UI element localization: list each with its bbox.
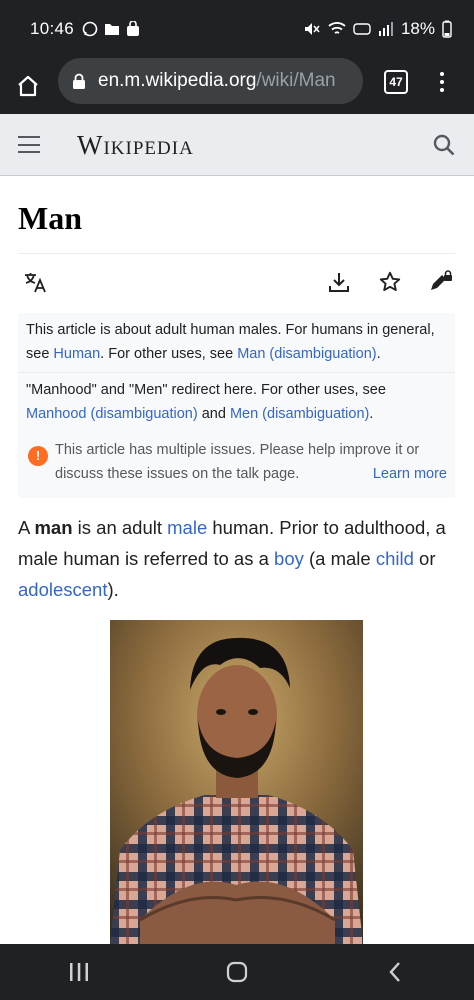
url-domain: en.m.wikipedia.org <box>98 70 257 91</box>
signal-icon <box>378 22 393 36</box>
mute-icon <box>304 23 320 35</box>
browser-toolbar: en.m.wikipedia.org/wiki/Man 47 <box>0 58 474 114</box>
page-title: Man <box>18 200 82 236</box>
lock-icon <box>73 73 85 89</box>
wikipedia-logo[interactable]: Wikipedia <box>77 130 194 161</box>
search-icon[interactable] <box>432 133 456 157</box>
edit-button[interactable] <box>428 269 454 295</box>
man-portrait-image <box>110 620 363 944</box>
recent-apps-button[interactable] <box>49 944 109 1000</box>
watch-star-button[interactable] <box>377 269 403 295</box>
title-divider <box>18 253 455 254</box>
hatnote-redirect: "Manhood" and "Men" redirect here. For o… <box>18 372 455 431</box>
wikipedia-header: Wikipedia <box>0 114 474 176</box>
download-icon <box>329 273 349 292</box>
edit-locked-icon <box>431 270 452 290</box>
lead-bold-term: man <box>34 517 73 538</box>
link-man-disambiguation[interactable]: Man (disambiguation) <box>237 346 376 362</box>
clock: 10:46 <box>30 19 75 38</box>
battery-percent: 18% <box>400 19 435 38</box>
lead-text: or <box>413 548 436 569</box>
learn-more-link[interactable]: Learn more <box>373 462 447 486</box>
folder-icon <box>105 24 120 35</box>
hatnote-text: . For other uses, see <box>100 346 238 362</box>
lead-text: A <box>18 517 35 538</box>
battery-icon <box>442 20 452 38</box>
hatnote-text: and <box>197 406 230 422</box>
hatnote-disambiguation: This article is about adult human males.… <box>18 313 455 372</box>
link-manhood-disambiguation[interactable]: Manhood (disambiguation) <box>26 406 198 422</box>
hamburger-menu-button[interactable] <box>18 136 40 153</box>
browser-menu-button[interactable] <box>430 64 454 100</box>
wifi-icon <box>328 22 346 34</box>
shopping-bag-icon <box>127 21 140 36</box>
hatnote-text: . <box>369 406 374 422</box>
volte-icon <box>353 23 371 35</box>
home-nav-button[interactable] <box>207 944 267 1000</box>
download-button[interactable] <box>326 269 352 295</box>
link-men-disambiguation[interactable]: Men (disambiguation) <box>230 406 369 422</box>
link-boy[interactable]: boy <box>274 548 304 569</box>
language-icon <box>25 273 46 293</box>
language-button[interactable] <box>22 269 48 295</box>
link-child[interactable]: child <box>376 548 414 569</box>
whatsapp-icon <box>82 21 98 37</box>
issues-notice[interactable]: ! This article has multiple issues. Plea… <box>18 430 455 498</box>
home-nav-icon <box>226 961 248 983</box>
link-adolescent[interactable]: adolescent <box>18 579 107 600</box>
link-male[interactable]: male <box>167 517 207 538</box>
status-bar: 10:46 18% <box>0 0 474 58</box>
lead-paragraph: A man is an adult male human. Prior to a… <box>18 512 458 605</box>
link-human[interactable]: Human <box>53 346 100 362</box>
home-button[interactable] <box>0 58 56 114</box>
back-icon <box>389 962 400 982</box>
tab-switcher-button[interactable]: 47 <box>384 70 408 94</box>
lead-text: is an adult <box>72 517 168 538</box>
page-actions <box>0 261 474 303</box>
hatnote-text: . <box>376 346 381 362</box>
lead-text: ). <box>107 579 119 600</box>
star-icon <box>379 271 401 292</box>
warning-icon: ! <box>28 446 48 466</box>
back-button[interactable] <box>365 944 425 1000</box>
system-navigation-bar <box>0 944 474 1000</box>
lead-image[interactable] <box>110 620 363 944</box>
url-path: /wiki/Man <box>256 70 336 91</box>
address-bar[interactable]: en.m.wikipedia.org/wiki/Man <box>58 58 363 104</box>
lead-text: (a male <box>303 548 376 569</box>
hatnote-text: "Manhood" and "Men" redirect here. For o… <box>26 382 386 398</box>
recent-apps-icon <box>70 963 88 981</box>
home-icon <box>18 75 38 97</box>
